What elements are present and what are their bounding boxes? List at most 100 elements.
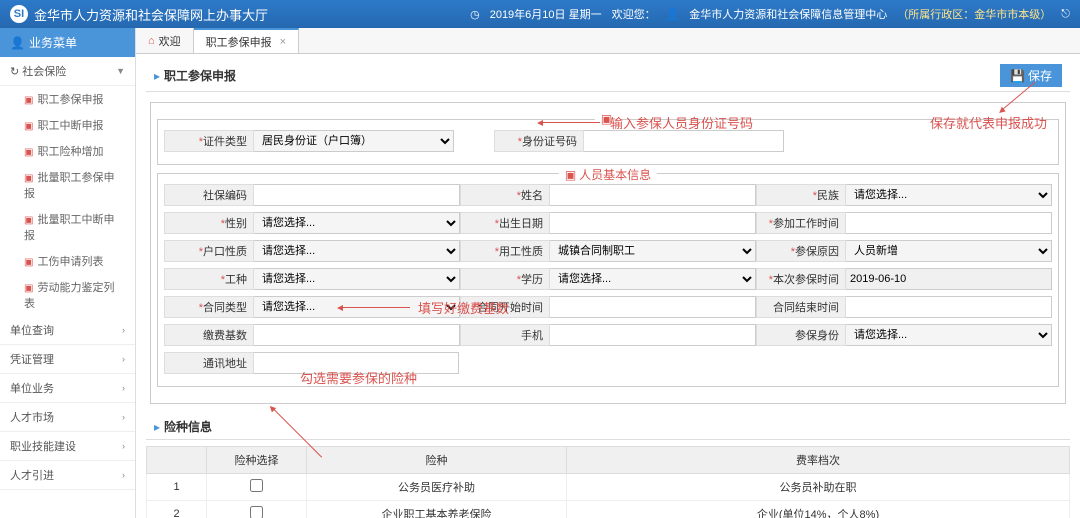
tab-home[interactable]: ⌂欢迎: [136, 28, 194, 53]
reason-select[interactable]: 人员新增: [846, 240, 1052, 262]
save-button[interactable]: 💾保存: [1000, 64, 1062, 87]
col-type: 险种: [307, 447, 567, 474]
label: *用工性质: [460, 240, 550, 262]
row-type: 企业职工基本养老保险: [307, 501, 567, 518]
contract-select[interactable]: 请您选择...: [254, 296, 460, 318]
col-num: [147, 447, 207, 474]
menu-item[interactable]: 单位业务›: [0, 374, 135, 403]
label: 社保编码: [164, 184, 254, 206]
chevron-right-icon: ›: [122, 383, 125, 393]
menu-item[interactable]: 凭证管理›: [0, 345, 135, 374]
legend-basic: 人员基本信息: [579, 168, 651, 182]
panel-title: 职工参保申报: [164, 69, 236, 83]
tab-active[interactable]: 职工参保申报×: [194, 28, 299, 53]
menu-item[interactable]: 职业技能建设›: [0, 432, 135, 461]
chevron-right-icon: ›: [122, 325, 125, 335]
sb-code-input[interactable]: [254, 184, 460, 206]
chevron-right-icon: ›: [122, 412, 125, 422]
join-input[interactable]: [846, 212, 1052, 234]
label: *本次参保时间: [756, 268, 846, 290]
doc-icon: ▣: [24, 283, 33, 294]
doc-icon: ▣: [24, 147, 33, 158]
label: 参保身份: [756, 324, 846, 346]
label: 合同结束时间: [756, 296, 846, 318]
contract-start-input[interactable]: [550, 296, 756, 318]
submenu-item[interactable]: ▣职工险种增加: [0, 138, 135, 164]
label: *户口性质: [164, 240, 254, 262]
logout-icon[interactable]: ⎋: [1061, 8, 1070, 21]
doc-icon: ▣: [24, 95, 33, 106]
gender-select[interactable]: 请您选择...: [254, 212, 460, 234]
chevron-down-icon: ▼: [116, 66, 125, 76]
label: *学历: [460, 268, 550, 290]
home-icon: ⌂: [148, 35, 155, 47]
row-rate: 企业(单位14%，个人8%): [567, 501, 1070, 518]
table-row: 1公务员医疗补助公务员补助在职: [147, 474, 1070, 501]
label: *合同开始时间: [460, 296, 550, 318]
chevron-right-icon: ›: [122, 441, 125, 451]
job-select[interactable]: 请您选择...: [254, 268, 460, 290]
submenu-item[interactable]: ▣劳动能力鉴定列表: [0, 274, 135, 316]
insurance-table: 险种选择 险种 费率档次 1公务员医疗补助公务员补助在职2企业职工基本养老保险企…: [146, 446, 1070, 518]
label: 通讯地址: [164, 352, 254, 374]
birth-input[interactable]: [550, 212, 756, 234]
logo-icon: SI: [10, 5, 28, 23]
doc-icon: ▣: [601, 112, 612, 126]
user-icon: 👤: [10, 36, 25, 50]
menu-item[interactable]: 单位查询›: [0, 316, 135, 345]
submenu-item[interactable]: ▣职工中断申报: [0, 112, 135, 138]
row-checkbox[interactable]: [250, 506, 263, 518]
this-time-input[interactable]: [846, 268, 1052, 290]
doc-icon: ▣: [24, 173, 33, 184]
emp-nature-select[interactable]: 城镇合同制职工: [550, 240, 756, 262]
cert-no-label: *身份证号码: [494, 130, 584, 152]
submenu-item[interactable]: ▣批量职工参保申报: [0, 164, 135, 206]
col-rate: 费率档次: [567, 447, 1070, 474]
welcome-label: 欢迎您：: [612, 6, 656, 22]
caret-icon: ▸: [154, 420, 160, 434]
row-num: 1: [147, 474, 207, 501]
label: *民族: [756, 184, 846, 206]
chevron-right-icon: ›: [122, 470, 125, 480]
label: *性别: [164, 212, 254, 234]
app-header: SI 金华市人力资源和社会保障网上办事大厅 ◷ 2019年6月10日 星期一 欢…: [0, 0, 1080, 28]
phone-input[interactable]: [550, 324, 756, 346]
row-type: 公务员医疗补助: [307, 474, 567, 501]
row-checkbox[interactable]: [250, 479, 263, 492]
table-title: 险种信息: [164, 418, 212, 435]
hukou-select[interactable]: 请您选择...: [254, 240, 460, 262]
label: 手机: [460, 324, 550, 346]
app-title: 金华市人力资源和社会保障网上办事大厅: [34, 5, 268, 24]
identity-select[interactable]: 请您选择...: [846, 324, 1052, 346]
menu-item[interactable]: 人才引进›: [0, 461, 135, 490]
label: *合同类型: [164, 296, 254, 318]
label: *参加工作时间: [756, 212, 846, 234]
address-input[interactable]: [254, 352, 459, 374]
submenu-item[interactable]: ▣职工参保申报: [0, 86, 135, 112]
caret-icon: ▸: [154, 69, 160, 83]
sidebar-title: 业务菜单: [29, 34, 77, 51]
refresh-icon: ↻: [10, 66, 19, 78]
nation-select[interactable]: 请您选择...: [846, 184, 1052, 206]
chevron-right-icon: ›: [122, 354, 125, 364]
submenu-item[interactable]: ▣工伤申请列表: [0, 248, 135, 274]
cert-no-input[interactable]: [584, 130, 784, 152]
close-icon[interactable]: ×: [280, 36, 286, 48]
doc-icon: ▣: [565, 168, 576, 182]
header-date: 2019年6月10日 星期一: [490, 6, 602, 22]
label: *出生日期: [460, 212, 550, 234]
tab-bar: ⌂欢迎 职工参保申报×: [136, 28, 1080, 54]
submenu-item[interactable]: ▣批量职工中断申报: [0, 206, 135, 248]
edu-select[interactable]: 请您选择...: [550, 268, 756, 290]
name-input[interactable]: [550, 184, 756, 206]
label: *参保原因: [756, 240, 846, 262]
menu-social-insurance[interactable]: ↻ 社会保险 ▼: [0, 57, 135, 86]
org-name: 金华市人力资源和社会保障信息管理中心: [689, 6, 887, 22]
pay-base-input[interactable]: [254, 324, 460, 346]
label: *姓名: [460, 184, 550, 206]
menu-item[interactable]: 人才市场›: [0, 403, 135, 432]
cert-type-select[interactable]: 居民身份证（户口簿）: [254, 130, 454, 152]
contract-end-input[interactable]: [846, 296, 1052, 318]
region-label: （所属行政区：金华市市本级）: [897, 6, 1051, 22]
cert-type-label: *证件类型: [164, 130, 254, 152]
